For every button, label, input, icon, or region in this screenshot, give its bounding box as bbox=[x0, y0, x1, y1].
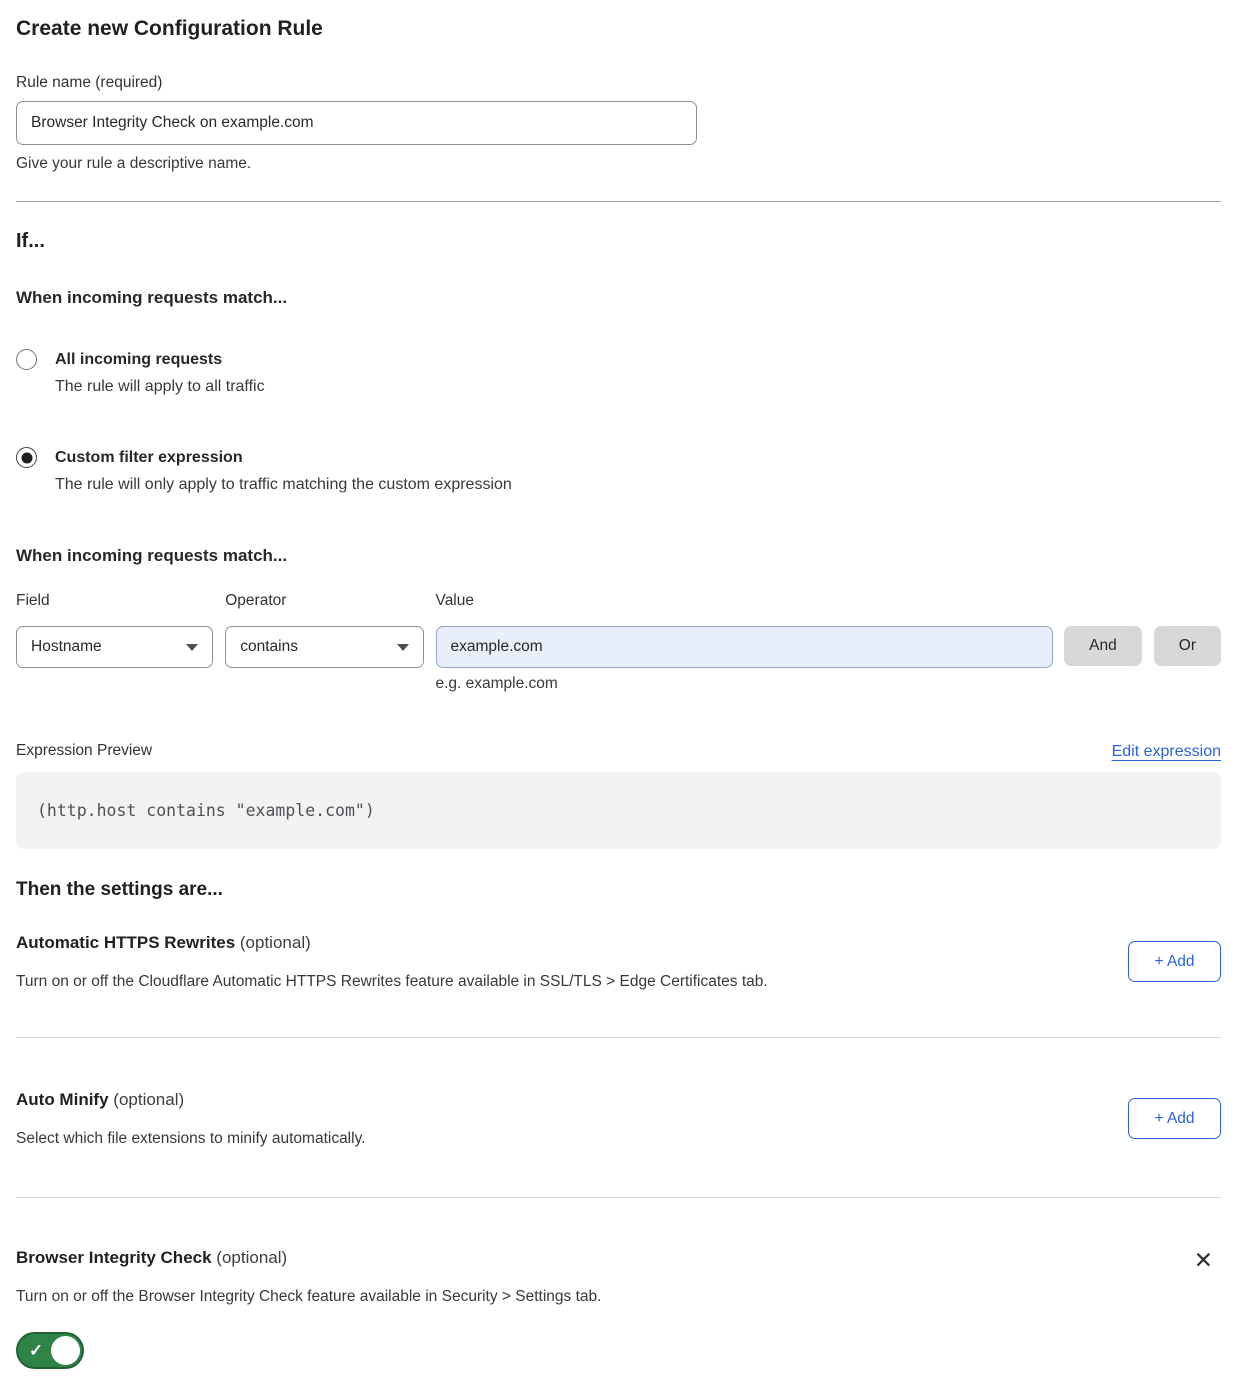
radio-label: All incoming requests bbox=[55, 349, 265, 370]
radio-description: The rule will only apply to traffic matc… bbox=[55, 475, 512, 495]
field-select-value: Hostname bbox=[31, 638, 102, 656]
section-divider bbox=[16, 201, 1221, 202]
filter-match-heading: When incoming requests match... bbox=[16, 545, 1221, 566]
operator-select-value: contains bbox=[240, 638, 298, 656]
setting-optional-tag: (optional) bbox=[216, 1248, 287, 1267]
expression-preview-box: (http.host contains "example.com") bbox=[16, 772, 1221, 849]
setting-title: Auto Minify bbox=[16, 1090, 109, 1109]
setting-optional-tag: (optional) bbox=[240, 933, 311, 952]
radio-description: The rule will apply to all traffic bbox=[55, 377, 265, 397]
setting-description: Select which file extensions to minify a… bbox=[16, 1129, 365, 1148]
setting-auto-minify: Auto Minify (optional) Select which file… bbox=[16, 1089, 1221, 1148]
value-help: e.g. example.com bbox=[436, 675, 1054, 693]
expression-preview-header: Expression Preview Edit expression bbox=[16, 741, 1221, 761]
rule-name-label: Rule name (required) bbox=[16, 73, 1221, 92]
radio-option-custom-filter-expression[interactable]: Custom filter expression The rule will o… bbox=[16, 447, 1221, 495]
setting-browser-integrity-check: Browser Integrity Check (optional) Turn … bbox=[16, 1247, 1221, 1374]
setting-optional-tag: (optional) bbox=[113, 1090, 184, 1109]
expression-preview-label: Expression Preview bbox=[16, 741, 152, 761]
field-label: Field bbox=[16, 592, 213, 610]
match-heading: When incoming requests match... bbox=[16, 287, 1221, 308]
value-input[interactable] bbox=[436, 626, 1054, 668]
radio-label: Custom filter expression bbox=[55, 447, 512, 468]
or-button[interactable]: Or bbox=[1154, 626, 1221, 666]
chevron-down-icon bbox=[397, 644, 409, 651]
close-icon[interactable]: ✕ bbox=[1194, 1249, 1213, 1272]
setting-description: Turn on or off the Cloudflare Automatic … bbox=[16, 972, 768, 991]
radio-option-all-incoming-requests[interactable]: All incoming requests The rule will appl… bbox=[16, 349, 1221, 397]
rule-name-input[interactable] bbox=[16, 101, 697, 145]
if-heading: If... bbox=[16, 229, 1221, 254]
rule-name-help: Give your rule a descriptive name. bbox=[16, 154, 1221, 173]
setting-description: Turn on or off the Browser Integrity Che… bbox=[16, 1287, 601, 1306]
operator-label: Operator bbox=[225, 592, 423, 610]
section-divider bbox=[16, 1037, 1221, 1038]
browser-integrity-check-toggle[interactable]: ✓ bbox=[16, 1332, 84, 1369]
chevron-down-icon bbox=[186, 644, 198, 651]
page-title: Create new Configuration Rule bbox=[16, 0, 1221, 43]
add-auto-minify-button[interactable]: + Add bbox=[1128, 1098, 1221, 1139]
edit-expression-link[interactable]: Edit expression bbox=[1112, 743, 1221, 761]
setting-title: Browser Integrity Check bbox=[16, 1248, 212, 1267]
then-settings-heading: Then the settings are... bbox=[16, 877, 1221, 902]
and-button[interactable]: And bbox=[1064, 626, 1142, 666]
section-divider bbox=[16, 1197, 1221, 1198]
add-automatic-https-rewrites-button[interactable]: + Add bbox=[1128, 941, 1221, 982]
radio-button-unselected[interactable] bbox=[16, 349, 37, 370]
operator-select[interactable]: contains bbox=[225, 626, 423, 668]
value-label: Value bbox=[436, 592, 1054, 610]
toggle-knob bbox=[51, 1336, 80, 1365]
filter-builder-row: Field Hostname Operator contains Value e… bbox=[16, 592, 1221, 693]
expression-code: (http.host contains "example.com") bbox=[37, 801, 375, 820]
setting-automatic-https-rewrites: Automatic HTTPS Rewrites (optional) Turn… bbox=[16, 932, 1221, 991]
radio-button-selected[interactable] bbox=[16, 447, 37, 468]
check-icon: ✓ bbox=[29, 1341, 43, 1361]
field-select[interactable]: Hostname bbox=[16, 626, 213, 668]
create-configuration-rule-form: Create new Configuration Rule Rule name … bbox=[0, 0, 1237, 1394]
setting-title: Automatic HTTPS Rewrites bbox=[16, 933, 235, 952]
